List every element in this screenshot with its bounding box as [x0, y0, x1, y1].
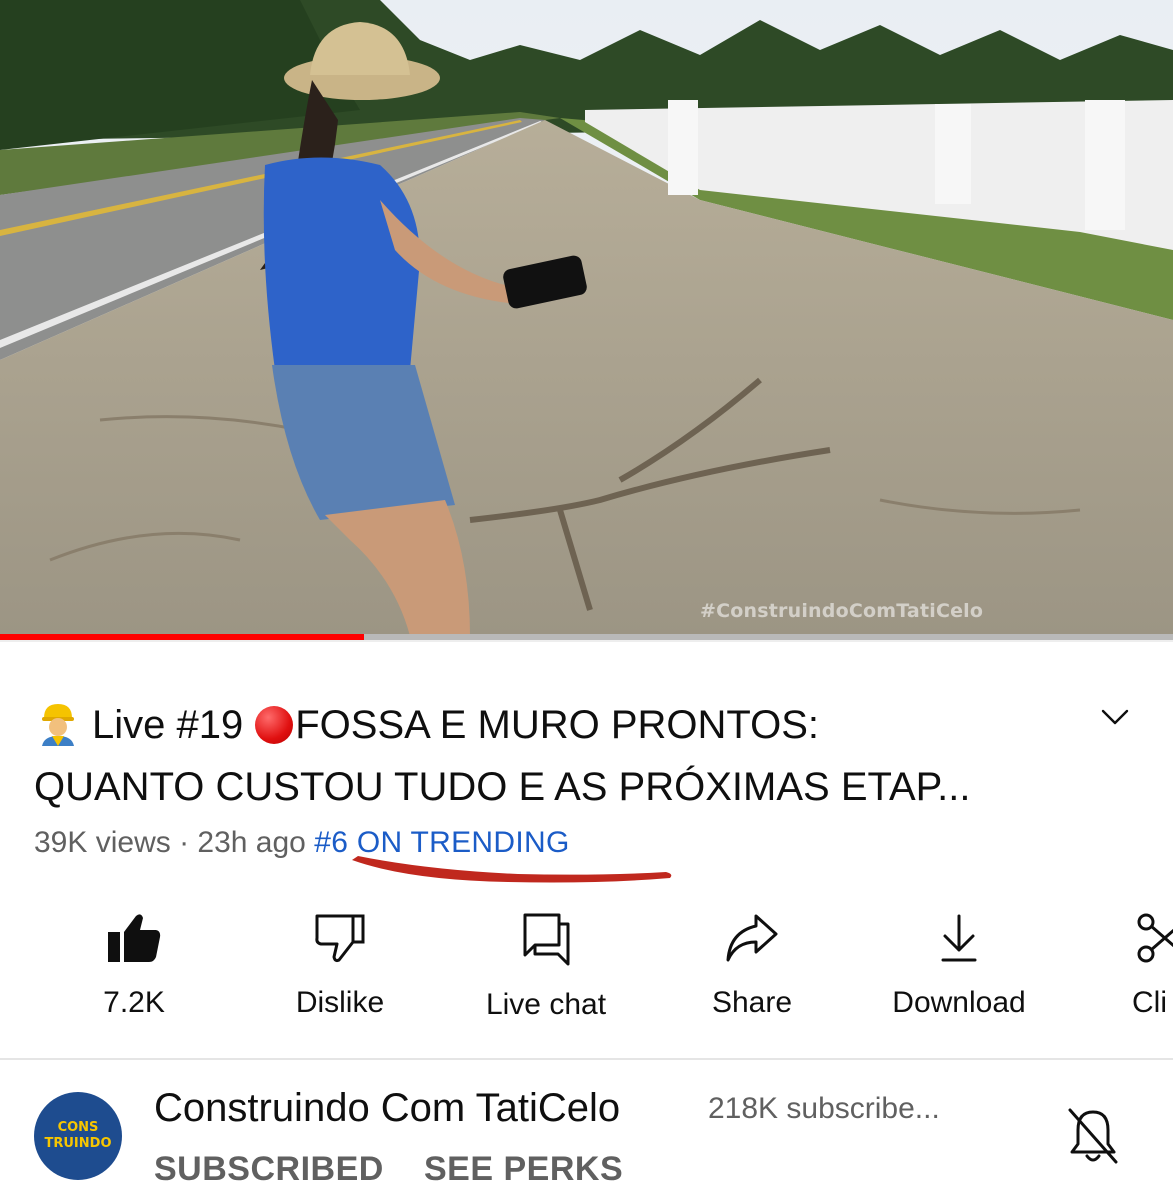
- clip-button[interactable]: Cli: [1132, 912, 1173, 1020]
- channel-avatar[interactable]: CONS TRUINDO: [34, 1092, 122, 1180]
- subscribed-button[interactable]: SUBSCRIBED: [154, 1150, 384, 1189]
- avatar-logo-text-2: TRUINDO: [44, 1136, 112, 1151]
- live-chat-button[interactable]: Live chat: [466, 912, 626, 1022]
- thumbs-down-icon: [315, 914, 365, 963]
- construction-worker-icon: [42, 704, 74, 746]
- trending-annotation-underline: [352, 856, 672, 883]
- live-red-circle-icon: [255, 706, 294, 744]
- dislike-button[interactable]: Dislike: [280, 912, 400, 1020]
- chevron-down-icon[interactable]: [1100, 702, 1130, 732]
- clip-label: Cli: [1132, 986, 1167, 1019]
- view-count: 39K views: [34, 826, 171, 859]
- share-arrow-icon: [726, 914, 778, 962]
- download-button[interactable]: Download: [878, 912, 1040, 1020]
- video-title-line-2: QUANTO CUSTOU TUDO E AS PRÓXIMAS ETAP...: [34, 765, 971, 809]
- see-perks-button[interactable]: SEE PERKS: [424, 1150, 623, 1189]
- chat-icon: [523, 913, 570, 966]
- upload-age: 23h ago: [197, 826, 306, 859]
- divider: [0, 640, 1173, 642]
- dislike-label: Dislike: [295, 986, 385, 1019]
- live-chat-label: Live chat: [485, 988, 607, 1021]
- bell-off-icon[interactable]: [1066, 1106, 1120, 1166]
- thumbs-up-filled-icon: [108, 914, 161, 962]
- channel-name[interactable]: Construindo Com TatiCelo: [154, 1086, 620, 1131]
- scissors-icon: [1137, 913, 1173, 963]
- subscriber-count: 218K subscribe...: [708, 1092, 940, 1125]
- like-count: 7.2K: [103, 986, 165, 1019]
- video-title-line-1: Live #19 FOSSA E MURO PRONTOS:: [34, 694, 1074, 756]
- share-label: Share: [711, 986, 793, 1019]
- video-player[interactable]: #ConstruindoComTatiCelo: [0, 0, 1173, 636]
- title-part-main: FOSSA E MURO PRONTOS:: [295, 703, 820, 747]
- meta-separator: ·: [179, 826, 190, 859]
- download-label: Download: [892, 986, 1026, 1019]
- download-icon: [941, 914, 977, 962]
- title-part-live: Live #19: [92, 703, 244, 747]
- video-frame: [0, 0, 1173, 636]
- video-title[interactable]: Live #19 FOSSA E MURO PRONTOS: QUANTO CUS…: [34, 694, 1074, 818]
- video-watermark: #ConstruindoComTatiCelo: [700, 600, 984, 622]
- share-button[interactable]: Share: [690, 912, 814, 1020]
- divider: [0, 1058, 1173, 1060]
- avatar-logo-text-1: CONS: [57, 1120, 99, 1135]
- like-button[interactable]: 7.2K: [74, 912, 194, 1020]
